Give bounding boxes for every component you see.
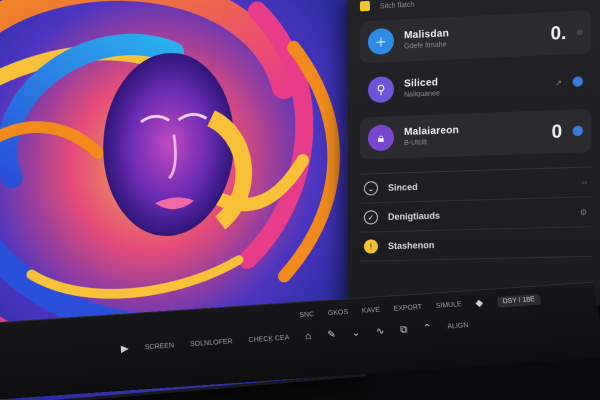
timeline-row-2: ▶ SCREEN SOLNLOFER CHECK CEA ⌂ ✎ ⌄ ∿ ⧉ ⌃… [121, 312, 590, 355]
item-subtitle: Gdefe ltmahe [404, 41, 447, 51]
timeline-label[interactable]: EXPORT [393, 304, 422, 313]
play-icon[interactable]: ▶ [121, 344, 129, 355]
chevron-up-icon[interactable]: ⌃ [423, 323, 433, 334]
timeline-label[interactable]: CHECK CEA [248, 335, 289, 345]
bookmark-icon[interactable]: ◆ [475, 298, 484, 309]
item-value: 0. [550, 22, 567, 44]
dots-icon[interactable]: ◦◦ [581, 177, 587, 186]
top-item-label: Sitch flatch [379, 1, 415, 10]
list-item[interactable]: ! Stashenon [359, 227, 592, 262]
chevron-down-icon[interactable]: ⌄ [351, 328, 360, 339]
timeline-label[interactable]: SIMULE [436, 301, 463, 309]
gear-icon[interactable]: ⚙ [580, 207, 588, 216]
panel-item-2[interactable]: ⚲ Siliced Naliquanee ↗ [360, 68, 591, 104]
status-chip: DSY / 18E [496, 294, 542, 308]
item-subtitle: B-Utcilt [404, 139, 427, 148]
item-title: Malaiareon [404, 124, 460, 139]
top-item-square [359, 0, 370, 12]
home-icon[interactable]: ⌂ [305, 331, 312, 342]
timeline-label[interactable]: SCREEN [145, 342, 175, 351]
timeline-label[interactable]: GKOS [328, 309, 349, 317]
item-subtitle: Naliquanee [404, 90, 440, 99]
toggle-indicator[interactable] [572, 125, 584, 137]
toggle-indicator[interactable] [572, 76, 584, 87]
small-arrow-icon: ↗ [555, 77, 563, 88]
copy-icon[interactable]: ⧉ [400, 325, 408, 336]
info-icon: ! [363, 239, 378, 254]
settings-list: ⌄ Sinced ◦◦ ✓ Denigtiauds ⚙ ! Stashenon [359, 166, 592, 262]
item-title: Malisdan [404, 28, 450, 42]
panel-top-item[interactable]: Sitch flatch [359, 0, 591, 12]
dot-indicator [576, 28, 584, 36]
timeline-label[interactable]: SOLNLOFER [190, 338, 233, 348]
plus-circle-icon: ＋ [367, 27, 394, 56]
list-item-label: Sinced [387, 181, 418, 193]
list-item-label: Denigtiauds [387, 210, 440, 222]
timeline-label[interactable]: SNC [299, 311, 314, 319]
panel-card-1[interactable]: ＋ Malisdan Gdefe ltmahe 0. [359, 10, 592, 64]
timeline-label[interactable]: KAVE [362, 307, 381, 315]
waveform-icon[interactable]: ∿ [375, 326, 384, 337]
item-title: Siliced [404, 77, 439, 90]
chevron-icon: ⌄ [363, 181, 378, 196]
list-item-label: Stashenon [387, 239, 435, 252]
link-icon: ⚲ [367, 76, 394, 104]
lock-icon: 🔒︎ [367, 124, 394, 152]
check-icon: ✓ [363, 210, 378, 225]
side-panel: Sitch flatch ＋ Malisdan Gdefe ltmahe 0. … [348, 0, 600, 310]
panel-card-3[interactable]: 🔒︎ Malaiareon B-Utcilt 0 [359, 108, 592, 160]
edit-icon[interactable]: ✎ [327, 329, 336, 340]
timeline-label[interactable]: ALIGN [447, 322, 469, 330]
item-value: 0 [551, 120, 563, 142]
